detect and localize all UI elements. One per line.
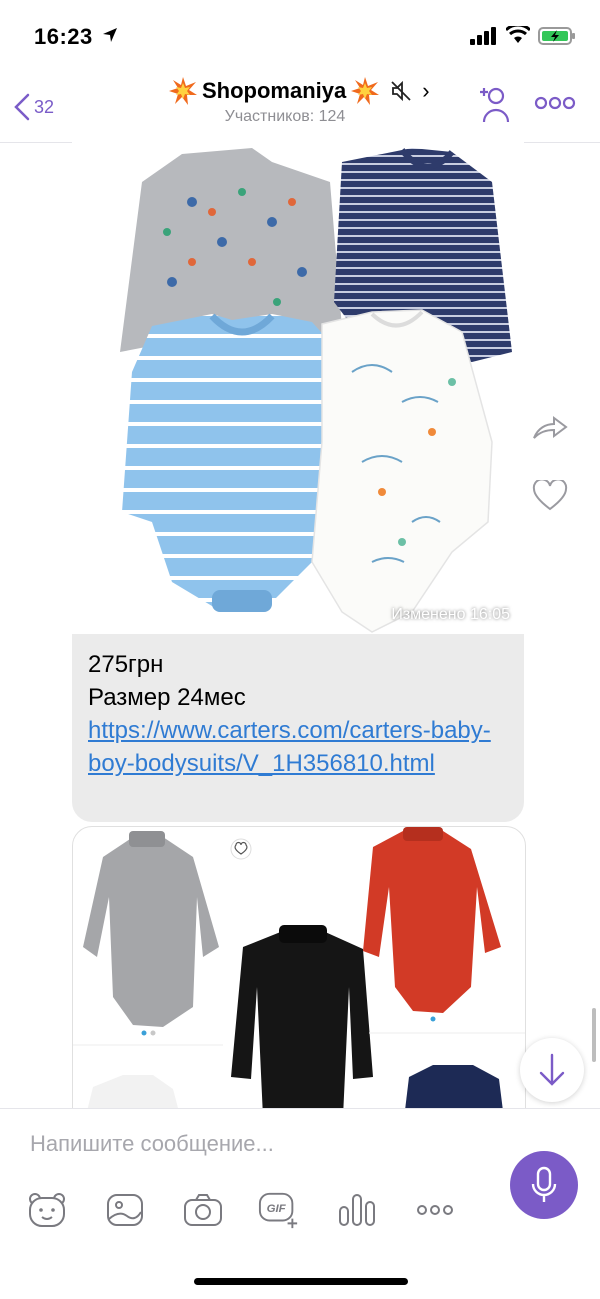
gif-icon[interactable]: GIF	[258, 1189, 300, 1231]
composer: Напишите сообщение... GIF	[0, 1108, 600, 1299]
product-link[interactable]: https://www.carters.com/carters-baby-boy…	[88, 717, 491, 777]
price-text: 275грн	[88, 651, 164, 678]
clock: 16:23	[34, 24, 93, 49]
more-options-icon[interactable]	[534, 96, 576, 110]
add-member-button[interactable]	[476, 84, 512, 124]
size-text: Размер 24мес	[88, 684, 246, 711]
chat-title-area[interactable]: Shopomaniya ›	[168, 76, 458, 106]
message-bubble[interactable]	[72, 826, 526, 1128]
muted-icon	[391, 80, 411, 102]
message-input[interactable]: Напишите сообщение...	[30, 1131, 274, 1157]
share-icon[interactable]	[532, 414, 568, 440]
chat-header: 32 Shopomaniya › Участников: 124	[0, 72, 600, 143]
burst-emoji-icon	[351, 77, 380, 105]
gallery-icon[interactable]	[104, 1189, 146, 1231]
scroll-down-button[interactable]	[520, 1038, 584, 1102]
chat-title: Shopomaniya	[202, 78, 347, 103]
home-indicator	[194, 1278, 408, 1285]
svg-text:GIF: GIF	[267, 1203, 287, 1215]
status-bar: 16:23	[0, 0, 600, 72]
poll-icon[interactable]	[336, 1189, 378, 1231]
burst-emoji-icon	[169, 77, 197, 105]
camera-icon[interactable]	[182, 1189, 224, 1231]
edited-timestamp: Изменено 16:05	[391, 606, 510, 623]
message-text: 275грн Размер 24мес https://www.carters.…	[88, 648, 508, 780]
wifi-icon	[506, 26, 530, 43]
battery-icon	[538, 27, 575, 45]
more-icon[interactable]	[414, 1189, 456, 1231]
sticker-icon[interactable]	[26, 1189, 68, 1231]
heart-icon[interactable]	[532, 480, 568, 512]
microphone-icon	[531, 1166, 557, 1202]
arrow-down-icon	[539, 1053, 565, 1086]
voice-message-button[interactable]	[510, 1151, 578, 1219]
bodysuits-illustration	[120, 148, 512, 633]
message-bubble[interactable]: Изменено 16:05 275грн Размер 24мес https…	[72, 142, 524, 822]
product-photo[interactable]: Изменено 16:05	[72, 142, 524, 634]
turtleneck-bodysuits-photo	[73, 827, 525, 1127]
chevron-right-icon: ›	[422, 78, 430, 103]
location-arrow-icon	[103, 28, 117, 42]
signal-icon	[470, 27, 496, 45]
scrollbar[interactable]	[592, 1008, 596, 1062]
